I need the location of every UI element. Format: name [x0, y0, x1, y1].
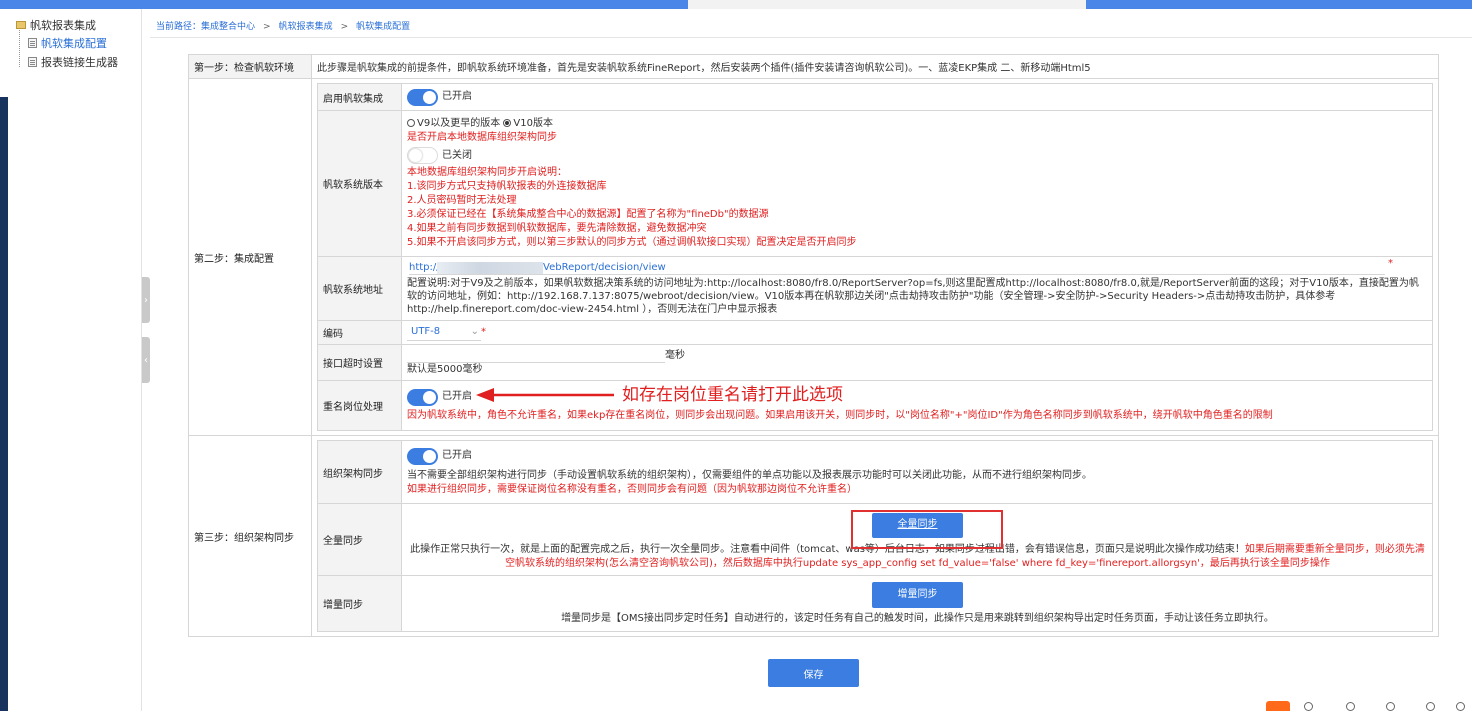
chevron-down-icon: ⌄: [470, 326, 479, 337]
enable-status: 已开启: [442, 91, 472, 102]
org-sync-label: 组织架构同步: [317, 440, 402, 504]
menu-icon[interactable]: [1426, 702, 1435, 711]
inc-sync-desc: 增量同步是【OMS接出同步定时任务】自动进行的，该定时任务有自己的触发时间，此操…: [561, 612, 1274, 624]
address-url-suffix: VebReport/decision/view: [543, 262, 666, 273]
sidebar-item-link-generator[interactable]: 报表链接生成器: [28, 54, 118, 70]
encoding-value: UTF-8: [411, 326, 441, 337]
org-sync-toggle[interactable]: [407, 447, 438, 465]
save-button[interactable]: 保存: [768, 659, 859, 687]
local-sync-note-4: 4.如果之前有同步数据到帆软数据库，要先清除数据，避免数据冲突: [407, 223, 707, 234]
top-bar: [0, 0, 1472, 9]
step1-label: 第一步：检查帆软环境: [188, 54, 312, 79]
config-table: 第一步：检查帆软环境 此步骤是帆软集成的前提条件，即帆软系统环境准备，首先是安装…: [188, 54, 1439, 637]
breadcrumb-current: 帆软集成配置: [356, 22, 411, 32]
sidebar-item-config[interactable]: 帆软集成配置: [28, 35, 107, 51]
collapse-right-handle[interactable]: ›: [142, 277, 150, 323]
address-input[interactable]: http:// VebReport/decision/view *: [409, 258, 1393, 275]
required-star: *: [1388, 258, 1393, 269]
breadcrumb-divider: [150, 37, 1472, 38]
dup-post-status: 已开启: [442, 391, 472, 402]
sidebar: 帆软报表集成 帆软集成配置 报表链接生成器: [8, 9, 142, 711]
org-sync-warn: 如果进行组织同步，需要保证岗位名称没有重名，否则同步会有问题（因为帆软那边岗位不…: [407, 483, 857, 495]
local-sync-status: 已关闭: [442, 149, 472, 161]
timeout-hint: 默认是5000毫秒: [407, 363, 483, 375]
enable-toggle[interactable]: [407, 88, 438, 106]
left-nav-strip: [0, 9, 8, 711]
inc-sync-button[interactable]: 增量同步: [872, 581, 963, 608]
encoding-select[interactable]: UTF-8 ⌄: [407, 325, 481, 341]
local-sync-note-1: 1.该同步方式只支持帆软报表的外连接数据库: [407, 181, 607, 192]
grid-icon[interactable]: [1456, 702, 1465, 711]
top-tab[interactable]: [688, 0, 1086, 9]
tree-root-label: 帆软报表集成: [30, 19, 96, 32]
org-sync-desc: 当不需要全部组织架构进行同步（手动设置帆软系统的组织架构），仅需要组件的单点功能…: [407, 469, 1092, 481]
tree-line: [19, 27, 20, 67]
timeout-input[interactable]: [407, 351, 665, 363]
step2-label: 第二步：集成配置: [188, 78, 312, 436]
step1-text: 此步骤是帆软集成的前提条件，即帆软系统环境准备，首先是安装帆软系统FineRep…: [311, 54, 1439, 79]
breadcrumb-item[interactable]: 帆软报表集成: [279, 22, 333, 32]
radio-v10[interactable]: [503, 119, 512, 127]
address-url-prefix: http://: [409, 262, 440, 273]
tree-root[interactable]: 帆软报表集成: [16, 17, 96, 33]
local-sync-question: 是否开启本地数据库组织架构同步: [407, 132, 557, 143]
dup-post-toggle[interactable]: [407, 388, 438, 406]
chevron-left-icon: ‹: [144, 354, 148, 366]
timeout-unit: 毫秒: [665, 349, 685, 361]
logo-icon: [1266, 701, 1290, 711]
folder-icon: [16, 21, 26, 29]
encoding-label: 编码: [317, 320, 402, 345]
local-sync-note-5: 5.如果不开启该同步方式，则以第三步默认的同步方式（通过调帆软接口实现）配置决定…: [407, 237, 857, 248]
org-sync-status: 已开启: [442, 450, 472, 461]
radio-v9[interactable]: [407, 119, 415, 127]
radio-v9-label: V9以及更早的版本: [417, 118, 501, 129]
bottom-toolbar: [1266, 701, 1472, 711]
address-desc: 配置说明:对于V9及之前版本，如果帆软数据决策系统的访问地址为:http://l…: [407, 278, 1419, 315]
annotation-arrow-icon: [476, 388, 614, 402]
radio-v10-label: V10版本: [513, 118, 553, 129]
breadcrumb-sep: >: [340, 22, 349, 32]
settings-icon[interactable]: [1386, 702, 1395, 711]
left-nav-dark: [0, 97, 8, 711]
annotation-box: [851, 510, 1003, 549]
address-label: 帆软系统地址: [317, 256, 402, 321]
step3-label: 第三步：组织架构同步: [188, 435, 312, 637]
breadcrumb: 当前路径：集成整合中心 > 帆软报表集成 > 帆软集成配置: [156, 19, 410, 32]
sidebar-item-label: 报表链接生成器: [41, 56, 118, 69]
breadcrumb-sep: >: [263, 22, 271, 32]
document-icon: [28, 57, 37, 67]
enable-label: 启用帆软集成: [317, 83, 402, 111]
timeout-label: 接口超时设置: [317, 344, 402, 381]
annotation-text: 如存在岗位重名请打开此选项: [622, 385, 843, 405]
tool-icon[interactable]: [1304, 702, 1313, 711]
local-sync-note-2: 2.人员密码暂时无法处理: [407, 195, 517, 206]
required-star: *: [481, 326, 486, 337]
full-sync-label: 全量同步: [317, 503, 402, 576]
dup-post-label: 重名岗位处理: [317, 380, 402, 431]
collapse-left-handle[interactable]: ‹: [142, 337, 150, 383]
sidebar-item-label: 帆软集成配置: [41, 37, 107, 50]
breadcrumb-prefix[interactable]: 当前路径：集成整合中心: [156, 22, 255, 32]
dup-post-note: 因为帆软系统中，角色不允许重名，如果ekp存在重名岗位，则同步会出现问题。如果启…: [407, 409, 1273, 421]
local-sync-note-3: 3.必须保证已经在【系统集成整合中心的数据源】配置了名称为"fineDb"的数据…: [407, 209, 769, 220]
chevron-right-icon: ›: [144, 294, 148, 306]
full-sync-desc: 此操作正常只执行一次，就是上面的配置完成之后，执行一次全量同步。注意看中间件（t…: [410, 543, 1245, 555]
document-icon: [28, 38, 37, 48]
address-redacted: [437, 262, 543, 274]
inc-sync-label: 增量同步: [317, 575, 402, 632]
local-sync-toggle[interactable]: [407, 147, 438, 164]
help-icon[interactable]: [1346, 702, 1355, 711]
local-sync-note-0: 本地数据库组织架构同步开启说明：: [407, 167, 567, 178]
version-label: 帆软系统版本: [317, 110, 402, 257]
